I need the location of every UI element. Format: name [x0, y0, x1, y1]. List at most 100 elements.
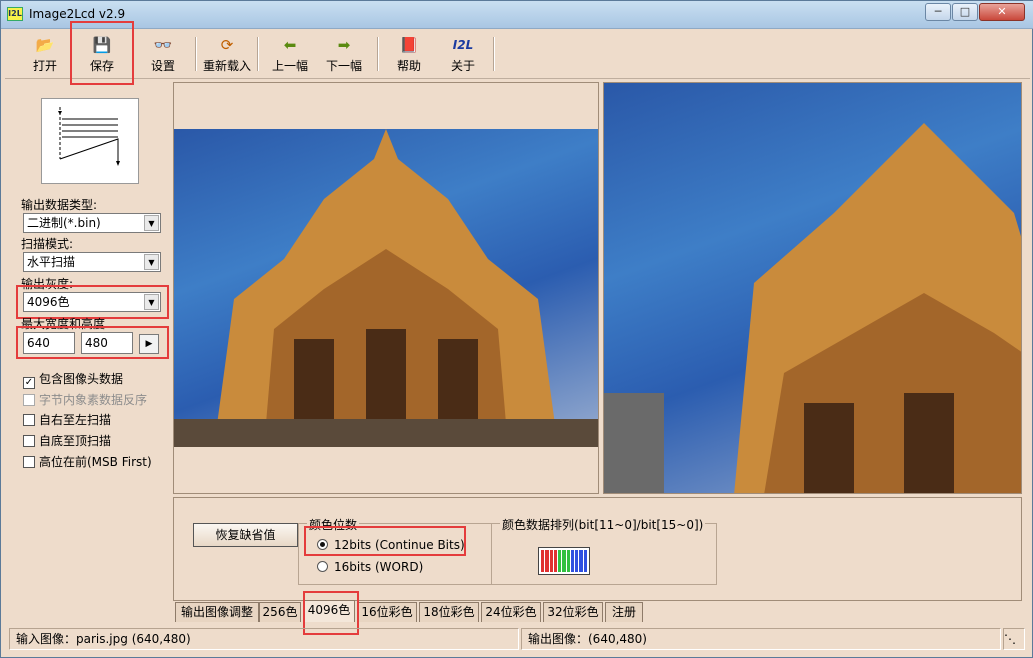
gray-level-select[interactable]: 4096色 ▼ — [23, 292, 161, 312]
toolbar-separator — [257, 37, 259, 71]
toolbar: 📂 打开 💾 保存 👓 设置 ⟳ 重新载入 ⬅ 上一幅 ➡ 下一幅 📕 帮助 I… — [5, 31, 1030, 79]
scan-mode-label: 扫描模式: — [21, 237, 74, 251]
tab-18bit[interactable]: 18位彩色 — [419, 602, 479, 622]
scan-mode-select[interactable]: 水平扫描 ▼ — [23, 252, 161, 272]
input-image-building — [174, 129, 598, 447]
blue-bits-swatch — [583, 550, 587, 572]
arrow-right-icon: ➡ — [337, 36, 351, 54]
color-order-title: 颜色数据排列(bit[11~0]/bit[15~0]) — [500, 516, 706, 533]
red-bits-swatch — [545, 550, 549, 572]
help-book-icon: 📕 — [399, 36, 419, 54]
floppy-disk-icon: 💾 — [92, 36, 112, 54]
tab-32bit[interactable]: 32位彩色 — [543, 602, 603, 622]
previous-label: 上一幅 — [271, 59, 308, 73]
next-label: 下一幅 — [325, 59, 362, 73]
color-settings-panel: 恢复缺省值 颜色位数 12bits (Continue Bits) 16bits… — [173, 497, 1022, 601]
reload-label: 重新载入 — [202, 59, 251, 73]
blue-bits-swatch — [579, 550, 583, 572]
radio-16bits[interactable]: 16bits (WORD) — [317, 560, 423, 574]
include-header-checkbox[interactable]: ✓ 包含图像头数据 — [23, 370, 123, 389]
color-bits-group: 颜色位数 12bits (Continue Bits) 16bits (WORD… — [298, 516, 492, 585]
blue-bits-swatch — [575, 550, 579, 572]
title-bar[interactable]: I2L Image2Lcd v2.9 ─ □ ✕ — [1, 1, 1033, 29]
blue-bits-swatch — [570, 550, 575, 572]
right-to-left-label: 自右至左扫描 — [39, 413, 112, 427]
checkbox-box — [23, 394, 35, 406]
check-icon: ✓ — [23, 377, 35, 389]
tab-256[interactable]: 256色 — [259, 602, 301, 622]
next-button[interactable]: ➡ 下一幅 — [321, 35, 367, 75]
tab-4096[interactable]: 4096色 — [303, 600, 355, 622]
chevron-down-icon[interactable]: ▼ — [144, 254, 159, 270]
help-label: 帮助 — [396, 59, 421, 73]
close-button[interactable]: ✕ — [979, 3, 1025, 21]
resize-grip-icon[interactable]: ⋱ — [1003, 628, 1025, 650]
radio-unselected-icon — [317, 561, 328, 572]
tab-16bit[interactable]: 16位彩色 — [357, 602, 417, 622]
reload-icon: ⟳ — [220, 36, 234, 54]
settings-label: 设置 — [150, 59, 175, 73]
max-height-input[interactable]: 480 — [81, 332, 133, 354]
output-type-label: 输出数据类型: — [21, 198, 98, 212]
reload-button[interactable]: ⟳ 重新载入 — [201, 35, 253, 75]
right-to-left-checkbox[interactable]: 自右至左扫描 — [23, 411, 111, 428]
output-type-value: 二进制(*.bin) — [27, 216, 101, 230]
green-bits-swatch — [566, 550, 570, 572]
red-bits-swatch — [541, 550, 545, 572]
msb-first-label: 高位在前(MSB First) — [39, 455, 152, 469]
color-order-group: 颜色数据排列(bit[11~0]/bit[15~0]) — [491, 516, 717, 585]
output-type-select[interactable]: 二进制(*.bin) ▼ — [23, 213, 161, 233]
include-header-label: 包含图像头数据 — [39, 372, 124, 386]
bottom-to-top-label: 自底至顶扫描 — [39, 434, 112, 448]
output-image-status: 输出图像：(640,480) — [521, 628, 1001, 650]
input-image-status: 输入图像：paris.jpg (640,480) — [9, 628, 519, 650]
output-image-panel — [603, 82, 1022, 494]
radio-12bits[interactable]: 12bits (Continue Bits) — [317, 538, 465, 552]
scan-mode-value: 水平扫描 — [27, 255, 76, 269]
tab-output-adjust[interactable]: 输出图像调整 — [175, 602, 259, 622]
save-button[interactable]: 💾 保存 — [77, 35, 127, 75]
gray-level-value: 4096色 — [27, 295, 70, 309]
settings-button[interactable]: 👓 设置 — [143, 35, 183, 75]
red-bits-swatch — [553, 550, 558, 572]
color-bits-title: 颜色位数 — [307, 516, 360, 533]
about-button[interactable]: I2L 关于 — [443, 35, 483, 75]
max-size-label: 最大宽度和高度 — [21, 317, 106, 331]
settings-panel: 输出数据类型: 二进制(*.bin) ▼ 扫描模式: 水平扫描 ▼ 输出灰度: … — [9, 82, 169, 622]
chevron-down-icon[interactable]: ▼ — [144, 215, 159, 231]
chevron-down-icon[interactable]: ▼ — [144, 294, 159, 310]
open-button[interactable]: 📂 打开 — [25, 35, 65, 75]
input-image-preview — [174, 129, 598, 447]
reverse-pixel-checkbox: 字节内象素数据反序 — [23, 391, 147, 408]
msb-first-checkbox[interactable]: 高位在前(MSB First) — [23, 453, 152, 470]
status-bar: 输入图像：paris.jpg (640,480) 输出图像：(640,480) … — [5, 626, 1030, 654]
max-width-input[interactable]: 640 — [23, 332, 75, 354]
output-image-building — [604, 123, 1021, 493]
tab-register[interactable]: 注册 — [605, 602, 643, 622]
gray-level-label: 输出灰度: — [21, 277, 74, 291]
folder-open-icon: 📂 — [35, 36, 55, 54]
tab-24bit[interactable]: 24位彩色 — [481, 602, 541, 622]
red-bits-swatch — [549, 550, 553, 572]
app-logo-icon: I2L — [7, 7, 23, 21]
minimize-button[interactable]: ─ — [925, 3, 951, 21]
help-button[interactable]: 📕 帮助 — [389, 35, 429, 75]
previous-button[interactable]: ⬅ 上一幅 — [267, 35, 313, 75]
color-order-swatch[interactable] — [538, 547, 590, 575]
apply-size-button[interactable]: ▶ — [139, 334, 159, 354]
restore-defaults-button[interactable]: 恢复缺省值 — [193, 523, 298, 547]
green-bits-swatch — [562, 550, 566, 572]
bottom-to-top-checkbox[interactable]: 自底至顶扫描 — [23, 432, 111, 449]
toolbar-separator — [493, 37, 495, 71]
toolbar-separator — [195, 37, 197, 71]
reverse-pixel-label: 字节内象素数据反序 — [39, 393, 148, 407]
maximize-button[interactable]: □ — [952, 3, 978, 21]
about-logo-icon: I2L — [452, 38, 474, 52]
checkbox-box — [23, 435, 35, 447]
app-window: I2L Image2Lcd v2.9 ─ □ ✕ 📂 打开 💾 保存 👓 设置 … — [0, 0, 1033, 658]
output-image-preview — [604, 83, 1021, 493]
toolbar-separator — [377, 37, 379, 71]
green-bits-swatch — [558, 550, 562, 572]
input-image-panel — [173, 82, 599, 494]
checkbox-box — [23, 456, 35, 468]
